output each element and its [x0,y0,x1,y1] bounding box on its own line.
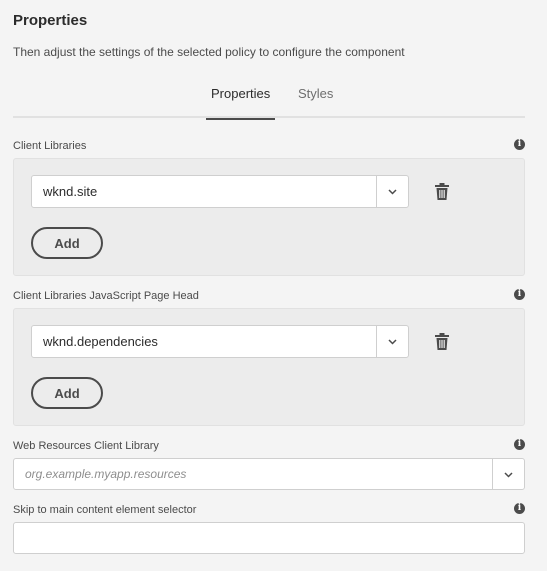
tab-properties[interactable]: Properties [205,86,276,120]
chevron-down-icon[interactable] [376,176,408,207]
web-resources-select[interactable]: org.example.myapp.resources [13,458,525,490]
info-icon[interactable]: i [514,503,525,514]
client-libraries-label: Client Libraries [13,140,87,152]
skip-to-main-label: Skip to main content element selector [13,504,197,516]
section-title: Properties [13,12,88,29]
info-icon[interactable]: i [514,439,525,450]
web-resources-placeholder: org.example.myapp.resources [25,467,187,481]
tab-styles[interactable]: Styles [298,86,333,118]
add-client-library-button[interactable]: Add [31,227,103,259]
chevron-down-icon[interactable] [492,459,524,490]
trash-icon[interactable] [434,183,450,201]
client-libraries-select[interactable]: wknd.site [31,175,409,208]
tab-bar: Properties Styles [13,84,525,120]
section-description: Then adjust the settings of the selected… [13,45,405,59]
info-icon[interactable]: i [514,139,525,150]
client-libraries-js-head-select[interactable]: wknd.dependencies [31,325,409,358]
client-libraries-js-head-multifield: wknd.dependencies Add [13,308,525,426]
add-js-head-library-button[interactable]: Add [31,377,103,409]
info-icon[interactable]: i [514,289,525,300]
chevron-down-icon[interactable] [376,326,408,357]
select-value: wknd.site [43,184,98,199]
policy-properties-panel: Properties Then adjust the settings of t… [0,0,547,571]
web-resources-label: Web Resources Client Library [13,440,159,452]
skip-to-main-input[interactable] [13,522,525,554]
client-libraries-js-head-label: Client Libraries JavaScript Page Head [13,290,199,302]
client-libraries-multifield: wknd.site Add [13,158,525,276]
select-value: wknd.dependencies [43,334,158,349]
trash-icon[interactable] [434,333,450,351]
